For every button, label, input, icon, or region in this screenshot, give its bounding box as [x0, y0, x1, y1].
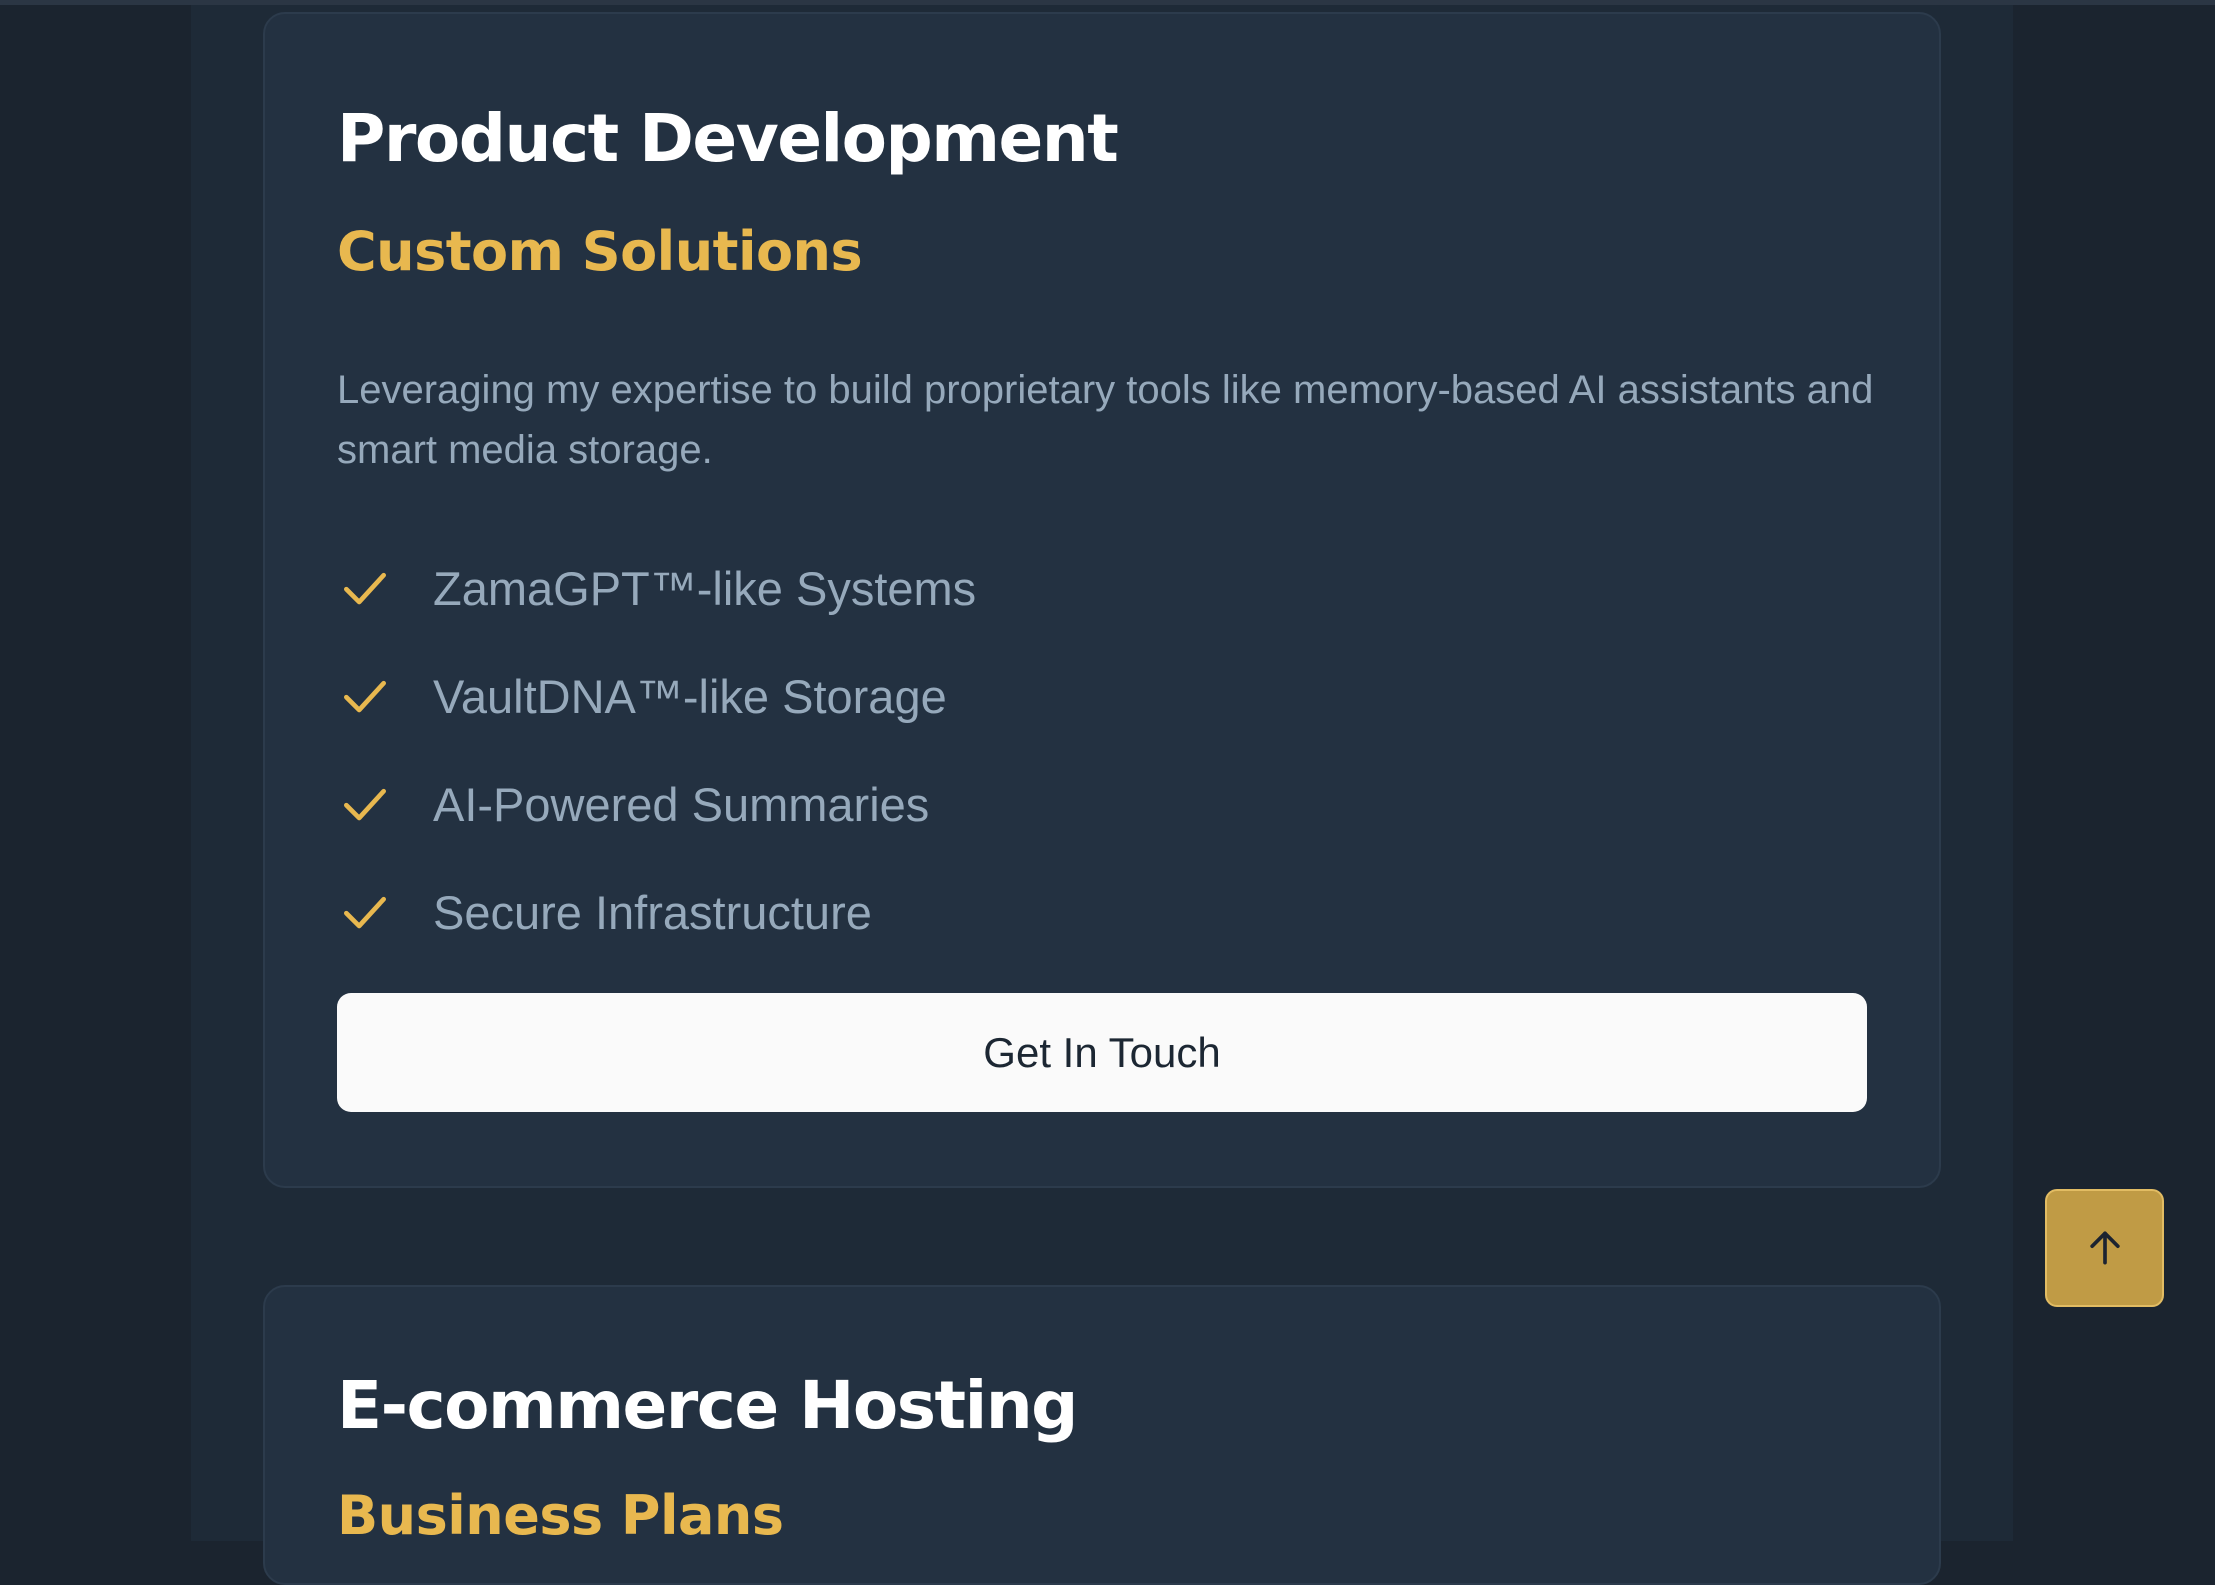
service-card-ecommerce-hosting: E-commerce Hosting Business Plans: [263, 1285, 1941, 1585]
check-icon: [344, 680, 386, 713]
card-subtitle: Custom Solutions: [337, 220, 863, 283]
get-in-touch-button[interactable]: Get In Touch: [337, 993, 1867, 1112]
arrow-up-icon: [2089, 1231, 2120, 1265]
service-card-product-development: Product Development Custom Solutions Lev…: [263, 12, 1941, 1188]
card-title: E-commerce Hosting: [337, 1367, 1078, 1444]
feature-item: ZamaGPT™-like Systems: [337, 534, 976, 642]
check-icon: [344, 788, 386, 821]
feature-item: VaultDNA™-like Storage: [337, 642, 976, 750]
card-subtitle: Business Plans: [337, 1484, 784, 1547]
card-title: Product Development: [337, 100, 1119, 177]
feature-label: Secure Infrastructure: [433, 885, 872, 939]
check-icon: [344, 572, 386, 605]
check-icon: [344, 896, 386, 929]
feature-label: VaultDNA™-like Storage: [433, 669, 947, 723]
card-description: Leveraging my expertise to build proprie…: [337, 368, 1874, 472]
feature-item: Secure Infrastructure: [337, 858, 976, 966]
back-to-top-button[interactable]: [2045, 1189, 2164, 1307]
feature-list: ZamaGPT™-like Systems VaultDNA™-like Sto…: [337, 534, 976, 966]
feature-label: ZamaGPT™-like Systems: [433, 561, 977, 615]
feature-label: AI-Powered Summaries: [433, 777, 930, 831]
feature-item: AI-Powered Summaries: [337, 750, 976, 858]
